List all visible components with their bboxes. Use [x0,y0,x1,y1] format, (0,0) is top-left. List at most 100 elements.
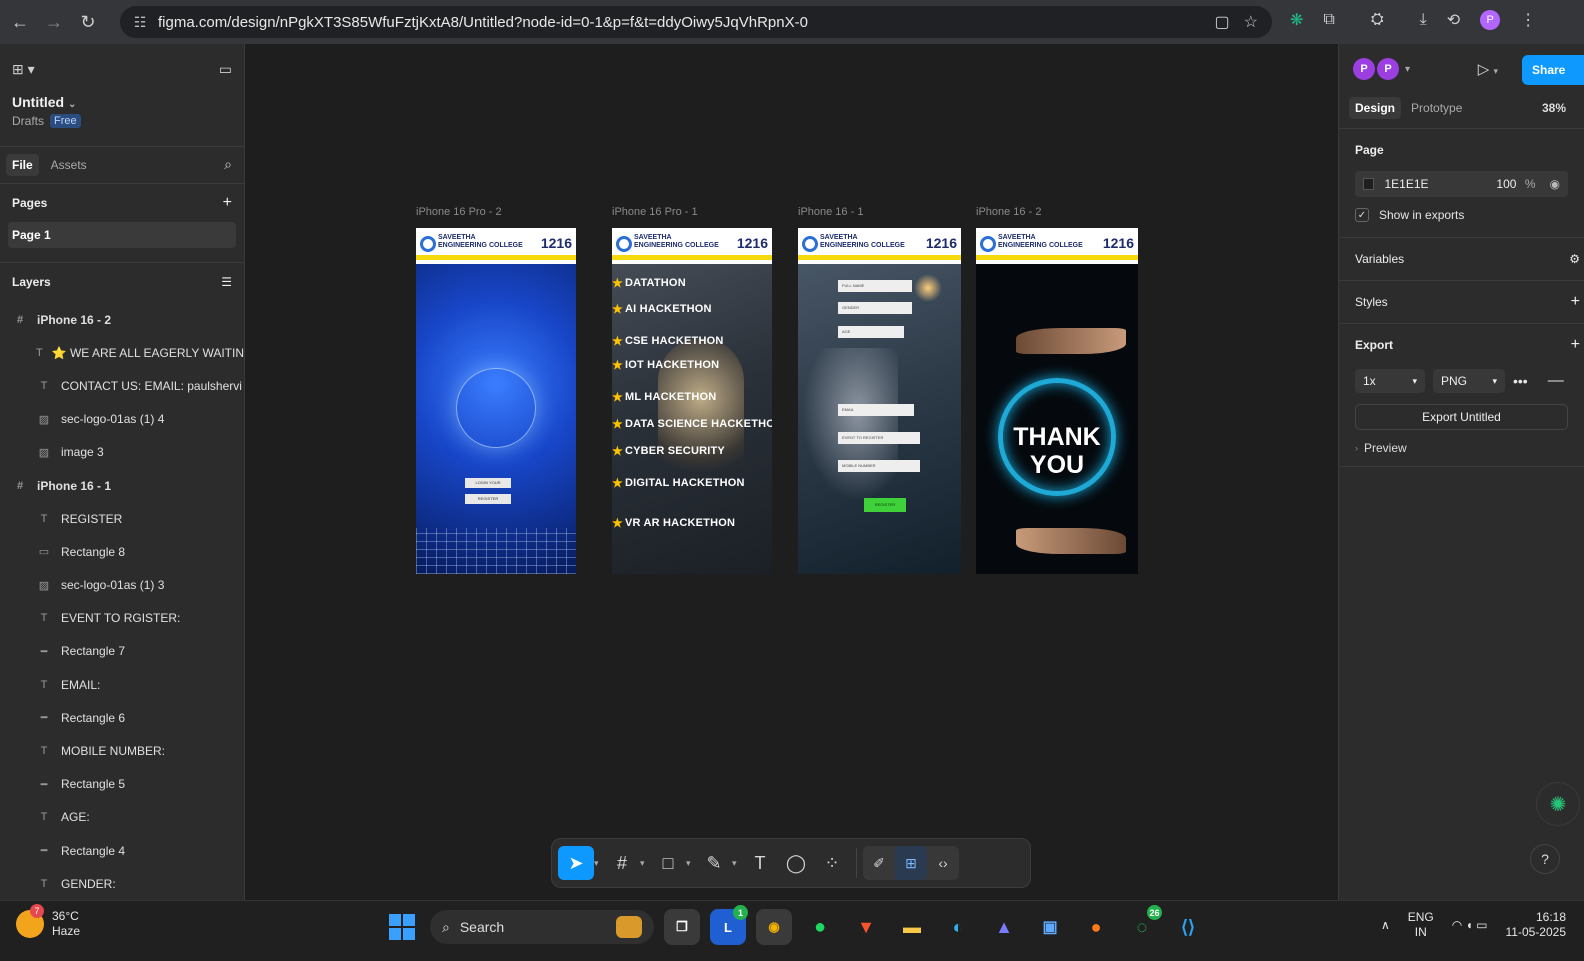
toggle-sidebar-icon[interactable]: ▭ [219,61,232,78]
download-icon[interactable]: ⤓ [1420,11,1427,29]
store-icon[interactable]: ▣ [1032,909,1068,945]
layer-item[interactable]: ▨ sec-logo-01as (1) 4 [0,403,244,436]
layer-item[interactable]: ━ Rectangle 7 [0,635,244,668]
frame-label[interactable]: iPhone 16 - 2 [976,206,1041,218]
browser-menu-icon[interactable]: ⋮ [1520,10,1536,30]
comment-tool-icon[interactable]: ◯ [778,846,814,880]
profile-avatar[interactable]: P [1480,10,1501,30]
page-color-field[interactable]: 1E1E1E 100 % ◉ [1355,171,1568,197]
variables-settings-icon[interactable]: ⚙ [1569,252,1580,266]
layer-item[interactable]: T REGISTER [0,502,244,535]
collapse-layers-icon[interactable]: ☰ [221,275,232,289]
form-input-field[interactable]: EMAIL [838,404,914,416]
chevron-right-icon[interactable]: › [1355,443,1358,453]
page-item[interactable]: Page 1 [8,222,236,248]
actions-tool-icon[interactable]: ⁘ [814,846,850,880]
frame-tool-icon[interactable]: # [604,846,640,880]
chevron-down-icon[interactable]: ▾ [732,858,742,869]
page-color-value[interactable]: 1E1E1E [1384,177,1496,191]
chevron-down-icon[interactable]: ▾ [686,858,696,869]
windows-start-icon[interactable] [384,909,420,945]
add-export-icon[interactable]: + [1571,336,1580,354]
chevron-down-icon[interactable]: ▾ [594,858,604,869]
draw-mode-icon[interactable]: ✐ [863,846,895,880]
reload-icon[interactable]: ↻ [74,8,102,36]
wifi-icon[interactable]: ◠ ◖ ▭ [1452,918,1488,932]
zoom-level[interactable]: 38% [1542,101,1566,115]
layer-item[interactable]: # iPhone 16 - 2 [0,303,244,336]
pen-tool-icon[interactable]: ✎ [696,846,732,880]
spotify-icon[interactable]: ● [802,909,838,945]
layer-item[interactable]: T EVENT TO RGISTER: [0,602,244,635]
app-a-icon[interactable]: ▲ [986,909,1022,945]
remove-export-icon[interactable]: — [1548,372,1564,390]
page-opacity-value[interactable]: 100 [1496,177,1524,191]
app-l-icon[interactable]: L1 [710,905,748,945]
file-location[interactable]: Drafts [12,114,44,128]
more-options-icon[interactable]: ••• [1513,373,1528,389]
tab-file[interactable]: File [6,154,39,176]
file-explorer-icon[interactable]: ▬ [894,909,930,945]
layer-item[interactable]: T EMAIL: [0,668,244,701]
weather-widget[interactable]: 7 36°C Haze [16,904,80,939]
text-tool-icon[interactable]: T [742,846,778,880]
chevron-down-icon[interactable]: ⌄ [68,99,76,110]
show-hidden-icons-icon[interactable]: ∧ [1381,918,1390,932]
layer-item[interactable]: # iPhone 16 - 1 [0,469,244,502]
layer-item[interactable]: T CONTACT US: EMAIL: paulshervi [0,369,244,402]
help-icon[interactable]: ? [1530,844,1560,874]
layer-item[interactable]: T GENDER: [0,867,244,900]
tab-assets[interactable]: Assets [45,154,93,176]
export-scale-select[interactable]: 1x ▾ [1355,369,1425,393]
clipboard-icon[interactable]: ▢ [1215,12,1230,32]
frame-label[interactable]: iPhone 16 Pro - 1 [612,206,698,218]
preview-toggle[interactable]: Preview [1364,441,1407,455]
ai-assistant-icon[interactable]: ✺ [1536,782,1580,826]
layer-item[interactable]: ━ Rectangle 6 [0,701,244,734]
form-input-field[interactable]: GENDER [838,302,912,314]
add-page-icon[interactable]: + [223,194,232,212]
frame-label[interactable]: iPhone 16 - 1 [798,206,863,218]
form-input-field[interactable]: MOBILE NUMBER [838,460,920,472]
frame-iphone-16-pro-2[interactable]: SAVEETHA ENGINEERING COLLEGE 1216 LOGIN Y… [416,228,576,574]
address-bar[interactable]: ☷ figma.com/design/nPgkXT3S85WfuFztjKxtA… [120,6,1272,38]
layer-item[interactable]: T ⭐ WE ARE ALL EAGERLY WAITIN [0,336,244,369]
layer-item[interactable]: ▨ sec-logo-01as (1) 3 [0,569,244,602]
extension-chatgpt-icon[interactable]: ❋ [1290,10,1303,30]
register-submit-button[interactable]: REGISTER [864,498,906,512]
visibility-eye-icon[interactable]: ◉ [1550,177,1560,191]
form-input-field[interactable]: EVENT TO REGISTER [838,432,920,444]
frame-iphone-16-2[interactable]: SAVEETHA ENGINEERING COLLEGE 1216 THANK Y… [976,228,1138,574]
layer-item[interactable]: T AGE: [0,801,244,834]
whatsapp-icon[interactable]: ◌ 26 [1124,905,1162,945]
design-mode-icon[interactable]: ⊞ [895,846,927,880]
history-icon[interactable]: ⟲ [1447,10,1460,30]
site-settings-icon[interactable]: ☷ [126,14,154,31]
collaborator-avatar[interactable]: P [1377,58,1399,80]
frame-iphone-16-1[interactable]: SAVEETHA ENGINEERING COLLEGE 1216 FULL NA… [798,228,961,574]
task-view-icon[interactable]: ❐ [664,909,700,945]
form-input-field[interactable]: AGE [838,326,904,338]
chevron-down-icon[interactable]: ▾ [640,858,650,869]
forward-icon[interactable]: → [40,8,68,36]
firefox-icon[interactable]: ● [1078,909,1114,945]
url-text[interactable]: figma.com/design/nPgkXT3S85WfuFztjKxtA8/… [158,14,808,31]
main-menu-icon[interactable]: ⊞ ▾ [12,61,35,78]
chrome-icon[interactable]: ◉ [756,909,792,945]
form-input-field[interactable]: FULL NAME [838,280,912,292]
export-format-select[interactable]: PNG ▾ [1433,369,1505,393]
show-in-exports-checkbox[interactable]: ✓ [1355,208,1369,222]
collaborator-avatar[interactable]: P [1353,58,1375,80]
tab-prototype[interactable]: Prototype [1405,97,1468,119]
register-button[interactable]: REGISTER [465,494,511,504]
tab-design[interactable]: Design [1349,97,1402,119]
move-tool-icon[interactable]: ➤ [558,846,594,880]
frame-iphone-16-pro-1[interactable]: SAVEETHA ENGINEERING COLLEGE 1216 ★ DATATH… [612,228,772,574]
add-style-icon[interactable]: + [1571,293,1580,311]
bookmark-star-icon[interactable]: ☆ [1244,12,1258,32]
edge-icon[interactable]: ◐ [940,909,976,945]
file-title[interactable]: Untitled ⌄ [0,94,244,110]
dev-mode-icon[interactable]: ‹› [927,846,959,880]
language-indicator[interactable]: ENG IN [1408,910,1434,940]
variables-section[interactable]: Variables [1355,252,1404,266]
